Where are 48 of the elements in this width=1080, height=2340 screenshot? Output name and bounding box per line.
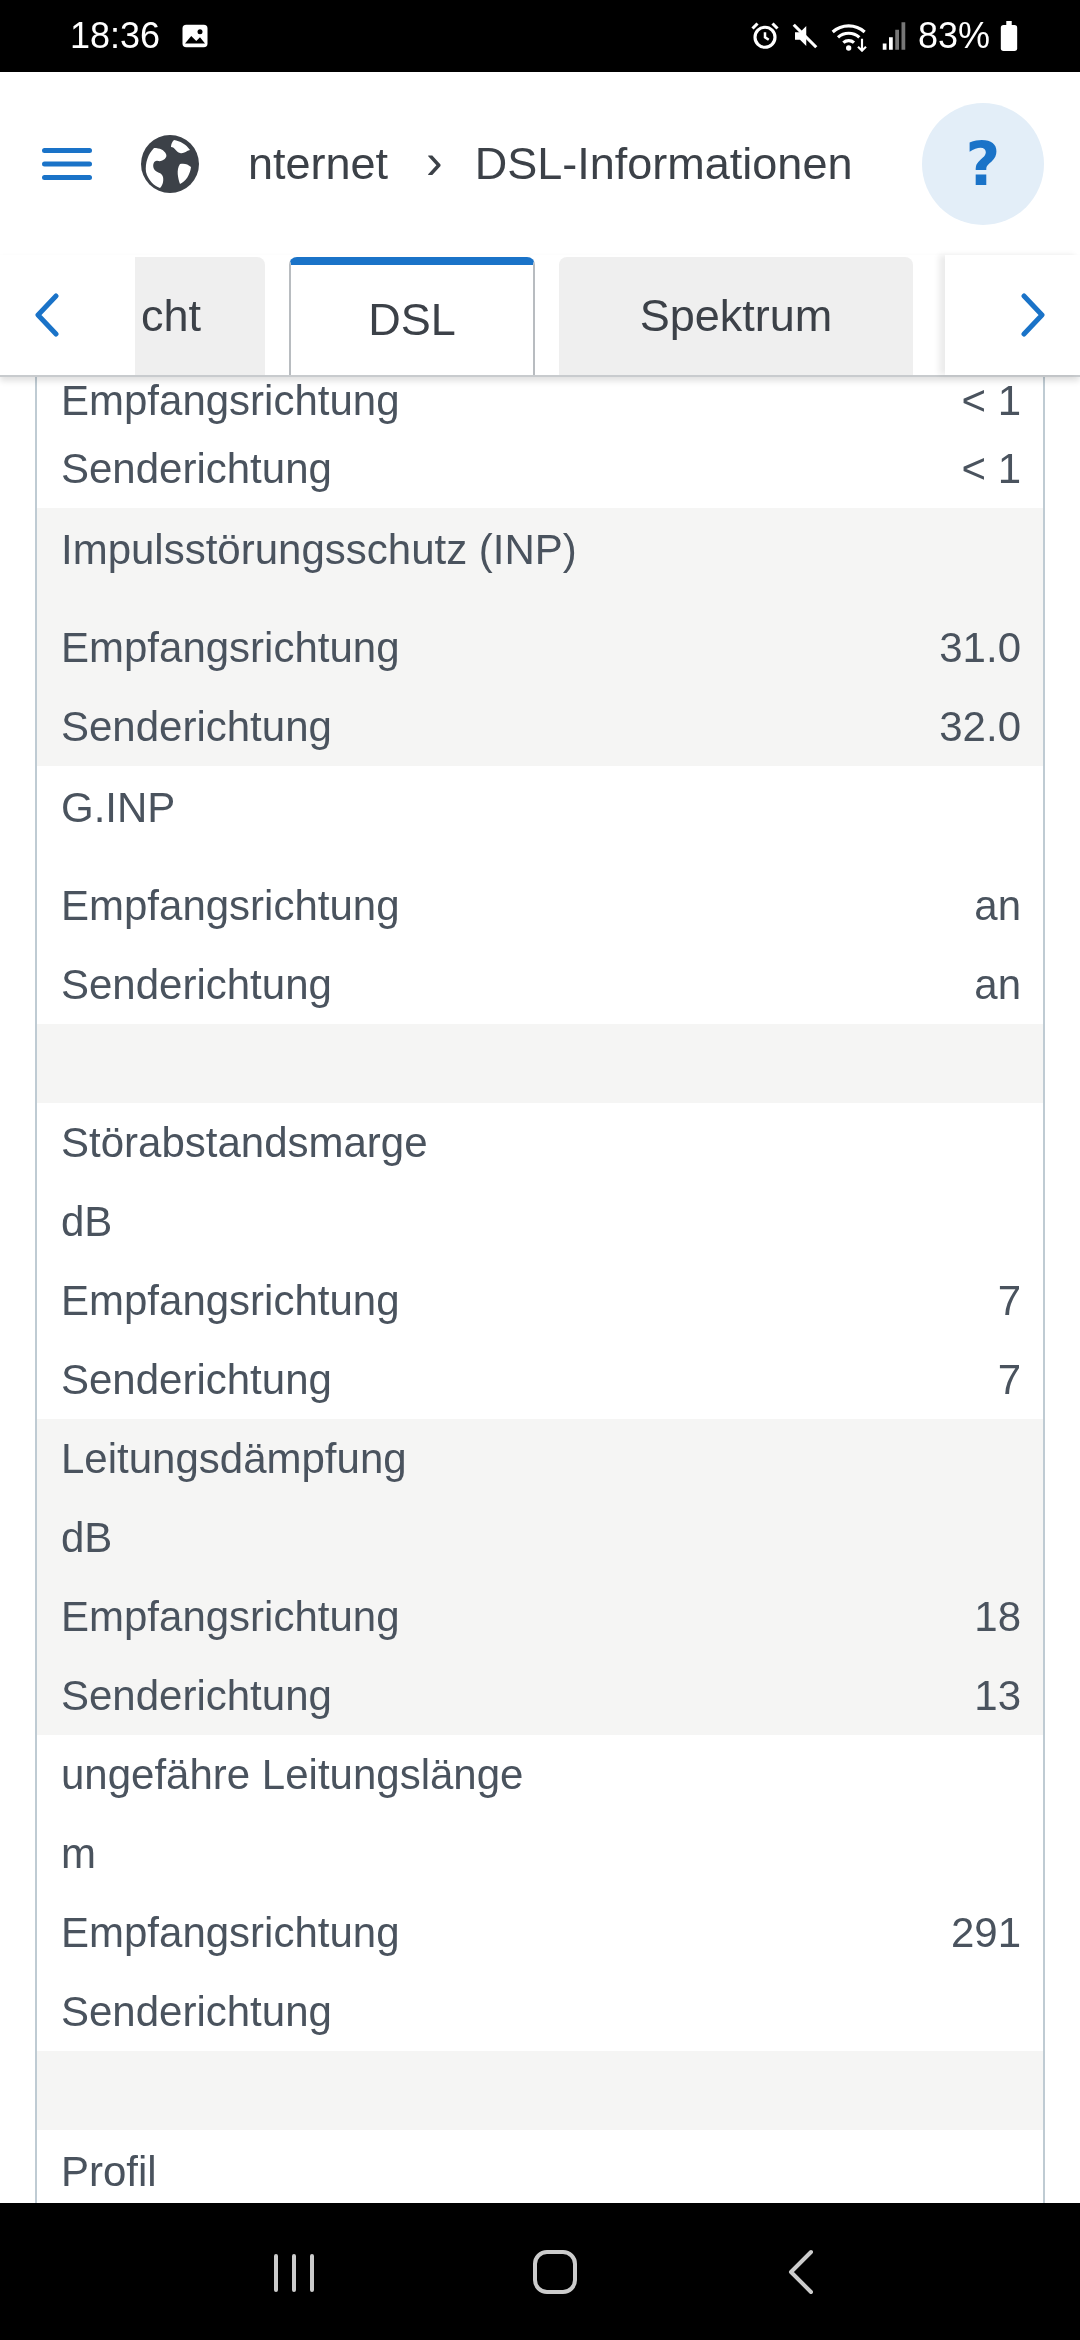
- row-label: Senderichtung: [61, 444, 332, 493]
- section-title: Störabstandsmarge: [61, 1118, 428, 1167]
- row-label: Senderichtung: [61, 1355, 332, 1404]
- row-value: 18: [974, 1592, 1021, 1641]
- row-label: Senderichtung: [61, 702, 332, 751]
- unit-label: m: [61, 1829, 96, 1878]
- row-value: 31.0: [939, 623, 1021, 672]
- row-label: Senderichtung: [61, 1987, 332, 2036]
- page-title: DSL-Informationen: [474, 137, 853, 190]
- row-value: an: [974, 960, 1021, 1009]
- section-title: Impulsstörungsschutz (INP): [61, 526, 577, 574]
- row-label: Empfangsrichtung: [61, 881, 400, 930]
- section-title: Profil: [61, 2148, 157, 2196]
- breadcrumb-link[interactable]: nternet: [248, 137, 389, 190]
- tab[interactable]: DSL: [289, 257, 535, 375]
- unit-label: dB: [61, 1197, 113, 1246]
- row-value: 13: [974, 1671, 1021, 1720]
- alarm-icon: [749, 21, 780, 51]
- unit-label: dB: [61, 1513, 113, 1562]
- help-button[interactable]: ?: [922, 102, 1044, 225]
- row-value: < 1: [961, 444, 1021, 493]
- row-value: an: [974, 881, 1021, 930]
- tab[interactable]: Spektrum: [559, 257, 913, 375]
- battery-level: 83%: [917, 15, 990, 57]
- row-label: Empfangsrichtung: [61, 623, 400, 672]
- row-label: Empfangsrichtung: [61, 1908, 400, 1957]
- row-value: 7: [997, 1355, 1021, 1404]
- row-value: 32.0: [939, 702, 1021, 751]
- row-value: < 1: [961, 377, 1021, 425]
- section-title: Leitungsdämpfung: [61, 1434, 407, 1483]
- chevron-left-icon[interactable]: [34, 293, 60, 337]
- battery-icon: [1000, 21, 1018, 51]
- globe-icon: [140, 133, 200, 194]
- tab[interactable]: cht: [135, 257, 265, 375]
- chevron-right-icon[interactable]: [1020, 293, 1046, 337]
- row-label: Senderichtung: [61, 960, 332, 1009]
- row-value: 7: [997, 1276, 1021, 1325]
- home-icon[interactable]: [531, 2247, 579, 2296]
- clock-time: 18:36: [70, 15, 161, 57]
- section-title: ungefähre Leitungslänge: [61, 1750, 524, 1799]
- row-label: Empfangsrichtung: [61, 1592, 400, 1641]
- row-label: Senderichtung: [61, 1671, 332, 1720]
- breadcrumb-separator: ›: [426, 131, 443, 190]
- section-title: G.INP: [61, 784, 176, 832]
- row-label: Empfangsrichtung: [61, 377, 400, 425]
- row-label: Empfangsrichtung: [61, 1276, 400, 1325]
- menu-icon[interactable]: [42, 145, 92, 182]
- row-value: 291: [950, 1908, 1021, 1957]
